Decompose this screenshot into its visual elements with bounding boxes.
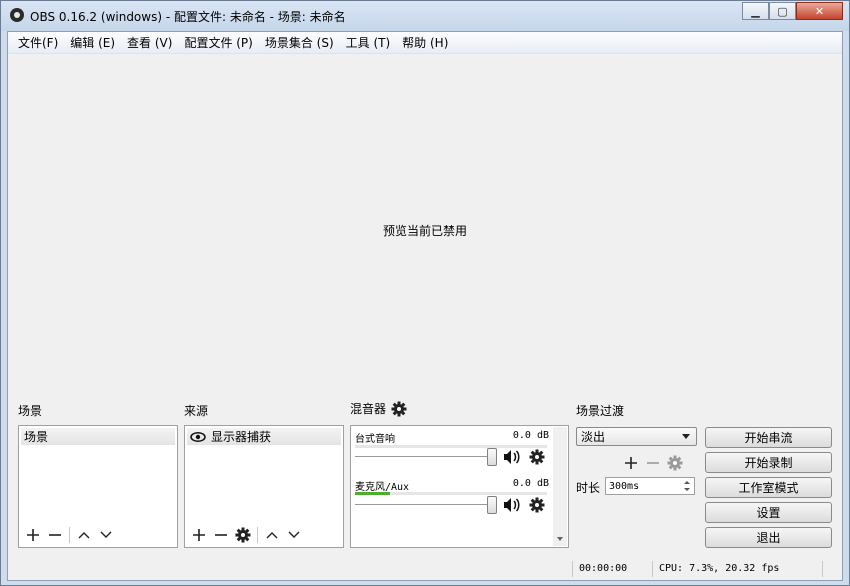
add-source-button[interactable] (188, 525, 210, 545)
sources-title: 来源 (184, 404, 209, 418)
close-button[interactable]: ✕ (796, 2, 843, 20)
title-bar[interactable]: OBS 0.16.2 (windows) - 配置文件: 未命名 - 场景: 未… (1, 1, 849, 31)
speaker-icon[interactable] (503, 497, 521, 513)
preview-disabled-message: 预览当前已禁用 (382, 224, 467, 238)
obs-window: OBS 0.16.2 (windows) - 配置文件: 未命名 - 场景: 未… (0, 0, 850, 586)
sources-panel: 显示器捕获 (184, 425, 344, 548)
gear-icon (667, 455, 683, 471)
menu-edit[interactable]: 编辑 (E) (64, 34, 121, 51)
chevron-down-icon (100, 531, 112, 538)
plus-icon (27, 529, 39, 541)
move-scene-down-button[interactable] (95, 525, 117, 545)
transition-select[interactable]: 淡出 (576, 427, 697, 446)
duration-value: 300ms (609, 480, 640, 492)
eye-icon (190, 431, 206, 442)
mixer-title-text: 混音器 (350, 402, 387, 416)
maximize-button[interactable]: ▢ (769, 2, 796, 20)
volume-slider-track[interactable] (355, 456, 497, 458)
caption-buttons: ▁ ▢ ✕ (742, 2, 843, 20)
transition-properties-button[interactable] (664, 453, 686, 473)
chevron-up-icon (266, 532, 278, 539)
channel-name: 台式音响 (355, 434, 395, 445)
toolbar-separator (69, 527, 70, 543)
sources-toolbar (185, 523, 343, 547)
gear-icon (235, 527, 251, 543)
plus-icon (193, 529, 205, 541)
main-client-area: 文件(F) 编辑 (E) 查看 (V) 配置文件 (P) 场景集合 (S) 工具… (7, 31, 843, 581)
chevron-up-icon (78, 532, 90, 539)
scenes-title: 场景 (18, 404, 43, 418)
channel-name: 麦克风/Aux (355, 482, 410, 493)
obs-logo-icon (10, 8, 24, 22)
add-scene-button[interactable] (22, 525, 44, 545)
menu-tools[interactable]: 工具 (T) (340, 34, 397, 51)
mixer-panel: 台式音响 0.0 dB 麦克风/Aux 0.0 dB (350, 425, 569, 548)
studio-mode-button[interactable]: 工作室模式 (705, 477, 832, 498)
remove-source-button[interactable] (210, 525, 232, 545)
move-scene-up-button[interactable] (73, 525, 95, 545)
minus-icon (215, 534, 227, 536)
menu-bar: 文件(F) 编辑 (E) 查看 (V) 配置文件 (P) 场景集合 (S) 工具… (8, 32, 842, 54)
dropdown-arrow-icon (682, 434, 690, 439)
remove-scene-button[interactable] (44, 525, 66, 545)
source-name: 显示器捕获 (211, 430, 272, 444)
source-properties-button[interactable] (232, 525, 254, 545)
mixer-title: 混音器 (350, 400, 407, 417)
minus-icon (647, 462, 659, 464)
status-cpu: CPU: 7.3%, 20.32 fps (659, 563, 780, 574)
scroll-down-icon (557, 537, 563, 541)
transitions-title: 场景过渡 (576, 404, 625, 418)
toolbar-separator (257, 527, 258, 543)
add-transition-button[interactable] (620, 453, 642, 473)
transition-selected: 淡出 (581, 430, 606, 444)
move-source-up-button[interactable] (261, 525, 283, 545)
menu-view[interactable]: 查看 (V) (121, 34, 178, 51)
status-bar: 00:00:00 CPU: 7.3%, 20.32 fps (8, 558, 842, 580)
audio-meter (355, 445, 547, 448)
remove-transition-button[interactable] (642, 453, 664, 473)
audio-meter (355, 492, 547, 495)
gear-icon[interactable] (529, 497, 545, 513)
gear-icon (391, 401, 407, 416)
meter-fill (355, 492, 390, 495)
gear-icon[interactable] (529, 449, 545, 465)
preview-area[interactable]: 预览当前已禁用 (8, 54, 842, 422)
spin-arrows-icon (684, 481, 690, 491)
transitions-toolbar (620, 453, 686, 473)
status-separator (652, 561, 653, 577)
volume-slider-handle[interactable] (487, 496, 497, 514)
channel-db: 0.0 dB (512, 478, 549, 489)
start-recording-button[interactable]: 开始录制 (705, 452, 832, 473)
chevron-down-icon (288, 531, 300, 538)
menu-scene-collection[interactable]: 场景集合 (S) (259, 34, 340, 51)
status-separator (572, 561, 573, 577)
status-separator (822, 561, 823, 577)
window-title: OBS 0.16.2 (windows) - 配置文件: 未命名 - 场景: 未… (30, 10, 346, 24)
menu-profile[interactable]: 配置文件 (P) (178, 34, 258, 51)
plus-icon (625, 457, 637, 469)
scenes-toolbar (19, 523, 177, 547)
duration-spinbox[interactable]: 300ms (605, 477, 695, 495)
channel-db: 0.0 dB (512, 430, 549, 441)
exit-button[interactable]: 退出 (705, 527, 832, 548)
mixer-scrollbar[interactable] (553, 427, 567, 546)
duration-label: 时长 (576, 481, 601, 495)
speaker-icon[interactable] (503, 449, 521, 465)
move-source-down-button[interactable] (283, 525, 305, 545)
source-list-item[interactable]: 显示器捕获 (187, 428, 341, 445)
volume-slider-track[interactable] (355, 504, 497, 506)
start-streaming-button[interactable]: 开始串流 (705, 427, 832, 448)
minus-icon (49, 534, 61, 536)
minimize-button[interactable]: ▁ (742, 2, 769, 20)
settings-button[interactable]: 设置 (705, 502, 832, 523)
menu-help[interactable]: 帮助 (H) (396, 34, 454, 51)
volume-slider-handle[interactable] (487, 448, 497, 466)
scenes-panel: 场景 (18, 425, 178, 548)
scene-list-item[interactable]: 场景 (21, 428, 175, 445)
status-time: 00:00:00 (579, 563, 628, 574)
menu-file[interactable]: 文件(F) (12, 34, 64, 51)
